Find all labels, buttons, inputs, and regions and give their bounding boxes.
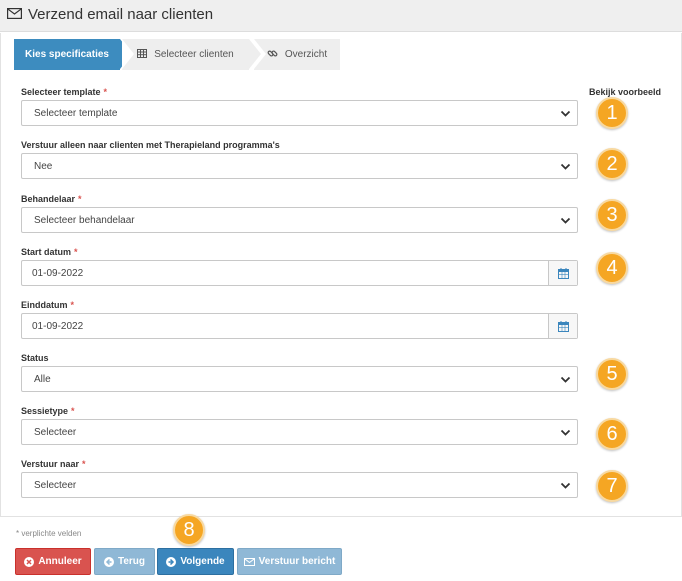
required-marker: * <box>78 194 82 204</box>
step-overzicht[interactable]: Overzicht <box>254 39 340 70</box>
status-label: Status <box>21 353 49 363</box>
arrow-left-circle-icon <box>103 556 114 567</box>
start-datum-input[interactable]: 01-09-2022 <box>21 260 578 286</box>
next-button[interactable]: Volgende <box>157 548 234 575</box>
chevron-down-icon <box>560 163 571 170</box>
back-button[interactable]: Terug <box>94 548 155 575</box>
table-icon <box>137 48 148 61</box>
envelope-icon <box>243 557 255 566</box>
chevron-down-icon <box>560 217 571 224</box>
template-select[interactable]: Selecteer template <box>21 100 578 126</box>
arrow-right-circle-icon <box>166 556 177 567</box>
cancel-button[interactable]: Annuleer <box>15 548 91 575</box>
start-datum-label: Start datum * <box>21 247 78 257</box>
behandelaar-label: Behandelaar * <box>21 194 82 204</box>
step-label: Selecteer clienten <box>154 49 234 60</box>
required-marker: * <box>82 459 86 469</box>
calendar-icon <box>557 320 569 332</box>
step-label: Overzicht <box>284 49 328 60</box>
annotation-badge-6: 6 <box>596 418 628 450</box>
required-marker: * <box>103 87 108 97</box>
required-marker: * <box>74 247 78 257</box>
page-header: Verzend email naar clienten <box>0 0 682 32</box>
link-icon <box>267 48 278 62</box>
annotation-badge-8: 8 <box>173 514 205 546</box>
annotation-badge-3: 3 <box>596 199 628 231</box>
einddatum-label: Einddatum * <box>21 300 75 310</box>
behandelaar-select[interactable]: Selecteer behandelaar <box>21 207 578 233</box>
sessietype-label: Sessietype * <box>21 406 75 416</box>
preview-heading: Bekijk voorbeeld <box>589 87 662 97</box>
envelope-icon <box>7 8 22 19</box>
calendar-icon <box>557 267 569 279</box>
verstuur-naar-select[interactable]: Selecteer <box>21 472 578 498</box>
therapieland-label: Verstuur alleen naar clienten met Therap… <box>21 140 280 150</box>
annotation-badge-5: 5 <box>596 358 628 390</box>
chevron-down-icon <box>560 429 571 436</box>
required-marker: * <box>70 300 75 310</box>
step-selecteer-clienten[interactable]: Selecteer clienten <box>122 39 261 70</box>
close-circle-icon <box>24 556 35 567</box>
required-fields-note: * verplichte velden <box>16 529 82 538</box>
annotation-badge-4: 4 <box>596 252 628 284</box>
template-label: Selecteer template * <box>21 87 108 97</box>
step-label: Kies specificaties <box>25 49 109 60</box>
send-message-button[interactable]: Verstuur bericht <box>237 548 342 575</box>
chevron-down-icon <box>560 482 571 489</box>
calendar-button[interactable] <box>548 314 577 338</box>
page-title: Verzend email naar clienten <box>28 6 214 23</box>
calendar-button[interactable] <box>548 261 577 285</box>
einddatum-input[interactable]: 01-09-2022 <box>21 313 578 339</box>
required-marker: * <box>71 406 75 416</box>
annotation-badge-2: 2 <box>596 148 628 180</box>
status-select[interactable]: Alle <box>21 366 578 392</box>
annotation-badge-1: 1 <box>596 97 628 129</box>
verstuur-naar-label: Verstuur naar * <box>21 459 86 469</box>
chevron-down-icon <box>560 376 571 383</box>
sessietype-select[interactable]: Selecteer <box>21 419 578 445</box>
therapieland-select[interactable]: Nee <box>21 153 578 179</box>
annotation-badge-7: 7 <box>596 470 628 502</box>
step-kies-specificaties[interactable]: Kies specificaties <box>14 39 132 70</box>
chevron-down-icon <box>560 110 571 117</box>
